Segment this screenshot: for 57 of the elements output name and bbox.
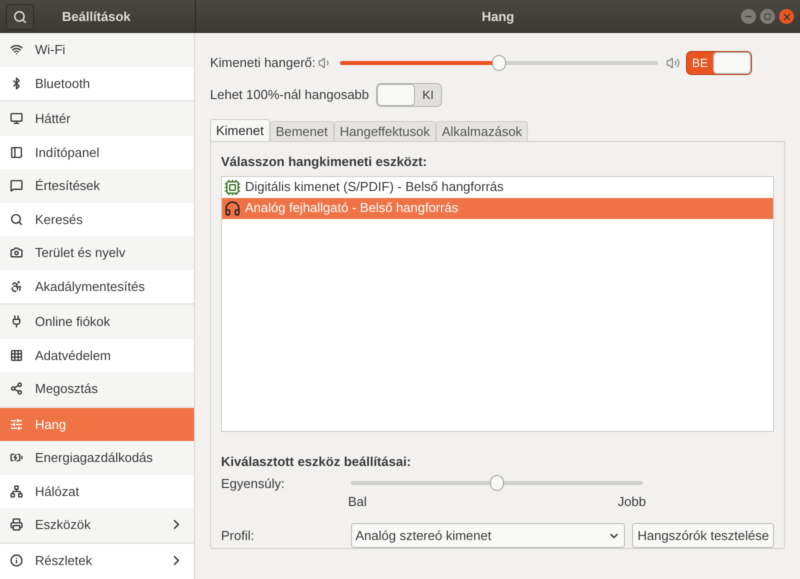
sidebar-item[interactable]: Terület és nyelv xyxy=(0,236,194,270)
sidebar-item[interactable]: Energiagazdálkodás xyxy=(0,441,194,474)
panel-icon xyxy=(10,146,23,159)
search-icon xyxy=(10,212,23,226)
device-row[interactable]: Digitális kimenet (S/PDIF) - Belső hangforrás xyxy=(222,176,773,198)
sound-card-icon xyxy=(224,178,241,196)
close-icon xyxy=(782,12,792,22)
sidebar-item[interactable]: Értesítések xyxy=(0,169,194,202)
tab[interactable]: Kimenet xyxy=(210,119,270,141)
sidebar-title: Beállítások xyxy=(62,8,131,26)
search-button[interactable] xyxy=(6,4,34,30)
balance-label: Egyensúly: xyxy=(221,474,286,493)
window-title: Hang xyxy=(482,8,514,26)
minimize-button[interactable] xyxy=(741,9,756,24)
network-icon xyxy=(10,484,23,498)
tab[interactable]: Hangeffektusok xyxy=(334,121,436,141)
wifi-icon xyxy=(10,43,23,56)
speaker-icon xyxy=(666,56,680,70)
sidebar-item[interactable]: Eszközök xyxy=(0,508,194,542)
toggle-switch[interactable]: BE xyxy=(686,51,752,75)
battery-icon xyxy=(10,451,23,464)
sidebar-item[interactable]: Háttér xyxy=(0,102,194,136)
toggle-switch[interactable]: KI xyxy=(376,83,442,107)
monitor-icon xyxy=(10,112,23,126)
tab[interactable]: Alkalmazások xyxy=(436,121,528,141)
scale-label: Jobb xyxy=(618,492,646,510)
maximize-icon xyxy=(764,13,771,20)
sidebar-item[interactable]: Wi-Fi xyxy=(0,33,194,66)
bluetooth-icon xyxy=(10,76,23,90)
section-heading: Kiválasztott eszköz beállításai: xyxy=(221,453,412,471)
search-icon xyxy=(13,10,27,24)
scale-label: Bal xyxy=(348,492,367,510)
sliders-icon xyxy=(10,418,23,431)
section-heading: Válasszon hangkimeneti eszközt: xyxy=(221,153,428,171)
chat-icon xyxy=(10,179,23,192)
tab[interactable]: Bemenet xyxy=(270,121,334,141)
plug-icon xyxy=(10,315,23,328)
share-icon xyxy=(10,382,23,396)
person-icon xyxy=(10,280,23,293)
sidebar-item[interactable]: Online fiókok xyxy=(0,305,194,338)
slider-thumb[interactable] xyxy=(492,55,506,71)
camera-icon xyxy=(10,246,23,260)
grid-icon xyxy=(10,348,23,362)
slider-thumb[interactable] xyxy=(490,474,504,490)
printer-icon xyxy=(10,518,23,532)
profile-label: Profil: xyxy=(221,526,256,545)
volume-label: Kimeneti hangerő: xyxy=(210,54,317,72)
switch-knob xyxy=(377,84,415,106)
maximize-button[interactable] xyxy=(760,9,775,24)
profile-dropdown[interactable]: Analóg sztereó kimenet xyxy=(350,523,626,548)
amplify-label: Lehet 100%-nál hangosabb xyxy=(210,86,370,104)
switch-knob xyxy=(713,52,751,74)
headphones-icon xyxy=(224,200,241,216)
sidebar-item[interactable]: Megosztás xyxy=(0,372,194,406)
info-icon xyxy=(10,554,23,567)
test-speakers-button[interactable]: Hangszórók tesztelése xyxy=(632,523,774,548)
close-button[interactable] xyxy=(779,9,794,24)
